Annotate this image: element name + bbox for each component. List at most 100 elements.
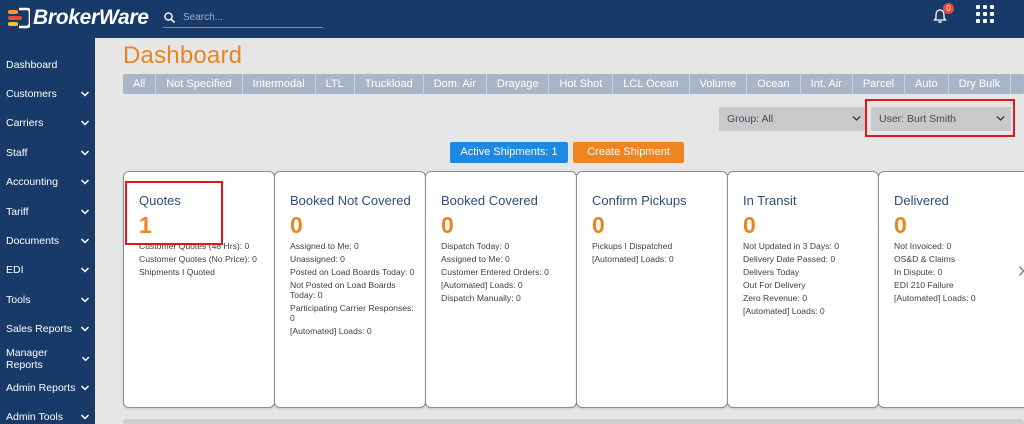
- sidebar-item-dashboard[interactable]: Dashboard: [0, 50, 95, 79]
- card-title: In Transit: [743, 193, 797, 208]
- search-input[interactable]: [183, 12, 313, 23]
- card-line[interactable]: Posted on Load Boards Today: 0: [290, 267, 415, 277]
- card-line[interactable]: [Automated] Loads: 0: [743, 306, 868, 316]
- apps-grid-icon[interactable]: [976, 5, 994, 23]
- tab-int-air[interactable]: Int. Air: [801, 74, 853, 94]
- main-content: Dashboard All Not Specified Intermodal L…: [95, 38, 1024, 424]
- card-line[interactable]: Out For Delivery: [743, 280, 868, 290]
- sidebar-item-edi[interactable]: EDI: [0, 256, 95, 285]
- card-line[interactable]: Delivers Today: [743, 267, 868, 277]
- sidebar-item-label: Carriers: [6, 117, 44, 130]
- card-line[interactable]: [Automated] Loads: 0: [894, 293, 1019, 303]
- card-title: Confirm Pickups: [592, 193, 687, 208]
- tab-truckload[interactable]: Truckload: [355, 74, 424, 94]
- chevron-down-icon: [80, 326, 90, 332]
- chevron-down-icon: [80, 238, 90, 244]
- card-line[interactable]: OS&D & Claims: [894, 254, 1019, 264]
- card-count[interactable]: 0: [592, 213, 727, 238]
- in-transit-card[interactable]: In Transit 0 Not Updated in 3 Days: 0 De…: [727, 171, 879, 408]
- user-select-highlight: [865, 99, 1015, 137]
- card-line[interactable]: Not Posted on Load Boards Today: 0: [290, 280, 415, 300]
- chevron-down-icon: [80, 120, 90, 127]
- card-line[interactable]: Customer Entered Orders: 0: [441, 267, 566, 277]
- chevron-down-icon: [80, 150, 90, 156]
- sidebar-item-admin-tools[interactable]: Admin Tools: [0, 403, 95, 424]
- tab-drayage[interactable]: Drayage: [487, 74, 550, 94]
- search-icon[interactable]: [163, 11, 177, 25]
- sidebar-item-label: Documents: [6, 235, 60, 248]
- search-bar: [163, 8, 323, 28]
- tab-intermodal[interactable]: Intermodal: [243, 74, 316, 94]
- sidebar-item-tariff[interactable]: Tariff: [0, 197, 95, 226]
- sidebar-item-admin-reports[interactable]: Admin Reports: [0, 373, 95, 402]
- sidebar-item-manager-reports[interactable]: Manager Reports: [0, 344, 95, 373]
- sidebar-item-label: EDI: [6, 264, 24, 277]
- card-line[interactable]: [Automated] Loads: 0: [592, 254, 717, 264]
- card-line[interactable]: Not Updated in 3 Days: 0: [743, 241, 868, 251]
- card-line[interactable]: Assigned to Me: 0: [441, 254, 566, 264]
- sidebar-item-documents[interactable]: Documents: [0, 226, 95, 255]
- card-line[interactable]: [Automated] Loads: 0: [441, 280, 566, 290]
- tab-ocean[interactable]: Ocean: [747, 74, 801, 94]
- tab-lcl-ocean[interactable]: LCL Ocean: [613, 74, 690, 94]
- card-count[interactable]: 0: [441, 213, 576, 238]
- tab-auto[interactable]: Auto: [905, 74, 949, 94]
- card-line[interactable]: In Dispute: 0: [894, 267, 1019, 277]
- sidebar-item-staff[interactable]: Staff: [0, 138, 95, 167]
- card-title: Delivered: [894, 193, 949, 208]
- sidebar-item-tools[interactable]: Tools: [0, 285, 95, 314]
- card-count[interactable]: 0: [743, 213, 878, 238]
- next-row-cards-edge: [123, 419, 1024, 424]
- card-line[interactable]: Customer Quotes (No Price): 0: [139, 254, 264, 264]
- chevron-down-icon: [80, 385, 90, 391]
- sidebar-item-carriers[interactable]: Carriers: [0, 109, 95, 138]
- tab-ltl[interactable]: LTL: [316, 74, 355, 94]
- tab-dry-bulk[interactable]: Dry Bulk: [949, 74, 1012, 94]
- tab-dom-air[interactable]: Dom. Air: [424, 74, 487, 94]
- tab-all[interactable]: All: [123, 74, 157, 94]
- sidebar-item-label: Admin Tools: [6, 411, 64, 424]
- chevron-down-icon: [852, 116, 861, 121]
- sidebar-item-label: Tools: [6, 293, 31, 306]
- card-line[interactable]: Participating Carrier Responses: 0: [290, 303, 415, 323]
- card-line[interactable]: Dispatch Today: 0: [441, 241, 566, 251]
- sidebar-item-label: Customers: [6, 88, 57, 101]
- tab-hot-shot[interactable]: Hot Shot: [549, 74, 614, 94]
- logo-mark-icon: [8, 7, 30, 29]
- card-line[interactable]: Shipments I Quoted: [139, 267, 264, 277]
- card-line[interactable]: Assigned to Me: 0: [290, 241, 415, 251]
- chevron-down-icon: [80, 297, 90, 303]
- sidebar-item-sales-reports[interactable]: Sales Reports: [0, 315, 95, 344]
- card-count[interactable]: 0: [894, 213, 1024, 238]
- group-select[interactable]: Group: All: [719, 107, 867, 131]
- tab-not-specified[interactable]: Not Specified: [156, 74, 243, 94]
- card-line[interactable]: Zero Revenue: 0: [743, 293, 868, 303]
- quotes-highlight: [125, 181, 223, 245]
- card-line[interactable]: Not Invoiced: 0: [894, 241, 1019, 251]
- sidebar: Dashboard Customers Carriers Staff Accou…: [0, 38, 95, 424]
- chevron-down-icon: [80, 179, 90, 185]
- card-line[interactable]: [Automated] Loads: 0: [290, 326, 415, 336]
- card-line[interactable]: Delivery Date Passed: 0: [743, 254, 868, 264]
- card-line[interactable]: Pickups I Dispatched: [592, 241, 717, 251]
- tab-parcel[interactable]: Parcel: [853, 74, 906, 94]
- delivered-card[interactable]: Delivered 0 Not Invoiced: 0 OS&D & Claim…: [878, 171, 1024, 408]
- confirm-pickups-card[interactable]: Confirm Pickups 0 Pickups I Dispatched […: [576, 171, 728, 408]
- chevron-down-icon: [80, 91, 90, 97]
- create-shipment-button[interactable]: Create Shipment: [573, 142, 684, 163]
- active-shipments-button[interactable]: Active Shipments: 1: [450, 142, 568, 163]
- sidebar-item-label: Sales Reports: [6, 323, 72, 336]
- chevron-down-icon: [80, 267, 90, 273]
- chevron-down-icon: [80, 414, 90, 420]
- logo[interactable]: BrokerWare: [8, 5, 149, 31]
- sidebar-item-customers[interactable]: Customers: [0, 79, 95, 108]
- card-count[interactable]: 0: [290, 213, 425, 238]
- booked-covered-card[interactable]: Booked Covered 0 Dispatch Today: 0 Assig…: [425, 171, 577, 408]
- card-line[interactable]: Dispatch Manually: 0: [441, 293, 566, 303]
- booked-not-covered-card[interactable]: Booked Not Covered 0 Assigned to Me: 0 U…: [274, 171, 426, 408]
- card-line[interactable]: Unassigned: 0: [290, 254, 415, 264]
- sidebar-item-accounting[interactable]: Accounting: [0, 168, 95, 197]
- sidebar-item-label: Manager Reports: [6, 346, 48, 371]
- tab-volume[interactable]: Volume: [690, 74, 748, 94]
- card-line[interactable]: EDI 210 Failure: [894, 280, 1019, 290]
